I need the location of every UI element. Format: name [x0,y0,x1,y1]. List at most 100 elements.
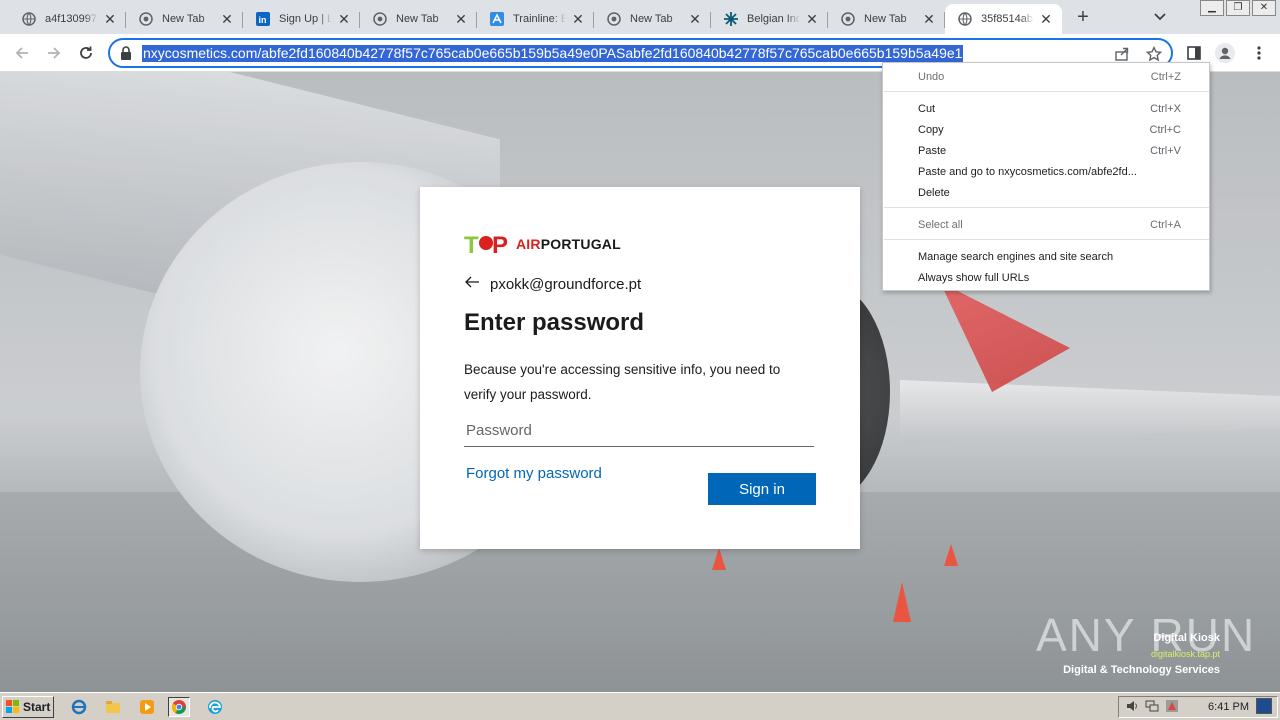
network-icon[interactable] [1145,699,1159,716]
tab-4[interactable]: Trainline: Bu ✕ [477,4,594,34]
shield-warning-icon[interactable] [1165,699,1179,716]
start-label: Start [23,700,51,714]
menu-item-copy[interactable]: Copy Ctrl+C [883,120,1209,140]
menu-divider [884,91,1209,92]
tap-logo-icon: T P [464,232,508,257]
system-tray: 6:41 PM [1118,696,1278,718]
show-desktop-icon[interactable] [1256,698,1272,714]
reload-icon[interactable] [73,40,99,66]
close-icon[interactable]: ✕ [1038,11,1054,27]
description-text: Because you're accessing sensitive info,… [464,362,781,402]
svg-text:in: in [259,15,267,25]
windows-logo-icon [6,700,19,713]
page-title: Enter password [464,309,645,336]
forgot-password-link[interactable]: Forgot my password [466,465,602,482]
chrome-icon [840,11,856,27]
menu-divider [884,239,1209,240]
tab-title: a4f130997 [45,13,97,25]
identity-banner: pxokk@groundforce.pt [464,275,641,293]
menu-divider [884,207,1209,208]
tab-title: New Tab [396,13,439,25]
brand-logo: T P AIRPORTUGAL [464,231,621,257]
signin-button[interactable]: Sign in [708,473,816,505]
globe-icon [21,11,37,27]
tab-title: New Tab [864,13,907,25]
tab-8-active[interactable]: 35f8514ab ✕ [945,4,1062,34]
side-panel-icon[interactable] [1183,42,1205,64]
close-icon[interactable]: ✕ [687,11,703,27]
volume-icon[interactable] [1125,699,1139,716]
restore-icon[interactable]: ❐ [1226,0,1250,16]
url-text[interactable]: nxycosmetics.com/abfe2fd160840b42778f57c… [142,45,964,62]
menu-item-paste-and-go[interactable]: Paste and go to nxycosmetics.com/abfe2fd… [883,162,1209,182]
kiosk-subtitle: digitalkiosk.tap.pt [1150,649,1220,659]
menu-item-paste[interactable]: Paste Ctrl+V [883,141,1209,161]
explorer-icon[interactable] [102,697,124,717]
share-icon[interactable] [1112,45,1132,63]
kebab-menu-icon[interactable] [1248,42,1270,64]
profile-avatar-icon[interactable] [1214,42,1236,64]
chrome-icon [372,11,388,27]
menu-item-show-full-urls[interactable]: Always show full URLs [883,268,1209,288]
snowflake-icon [723,11,739,27]
tab-2[interactable]: in Sign Up | Li ✕ [243,4,360,34]
chrome-icon [606,11,622,27]
tab-3[interactable]: New Tab ✕ [360,4,477,34]
taskbar: Start 6:41 PM [0,692,1280,720]
close-icon[interactable]: ✕ [102,11,118,27]
menu-item-undo[interactable]: Undo Ctrl+Z [883,67,1209,87]
kiosk-title: Digital Kiosk [1153,632,1220,644]
signin-card: T P AIRPORTUGAL pxokk@groundforce.pt Ent… [420,187,860,549]
brand-name: AIRPORTUGAL [516,236,621,252]
close-icon[interactable]: ✕ [219,11,235,27]
menu-item-cut[interactable]: Cut Ctrl+X [883,99,1209,119]
tab-6[interactable]: Belgian Ind ✕ [711,4,828,34]
chrome-taskbar-icon[interactable] [168,697,190,717]
tab-title: Sign Up | Li [279,13,332,25]
tab-title: New Tab [162,13,205,25]
bookmark-star-icon[interactable] [1144,45,1164,63]
edge-icon[interactable] [204,697,226,717]
close-icon[interactable]: ✕ [336,11,352,27]
menu-item-select-all[interactable]: Select all Ctrl+A [883,215,1209,235]
menu-item-manage-search-engines[interactable]: Manage search engines and site search [883,247,1209,267]
svg-text:T: T [464,232,479,257]
tab-title: New Tab [630,13,673,25]
media-player-icon[interactable] [136,697,158,717]
ie-icon[interactable] [68,697,90,717]
tab-title: 35f8514ab [981,13,1033,25]
forward-arrow-icon[interactable] [41,40,67,66]
start-button[interactable]: Start [2,696,54,718]
globe-icon [957,11,973,27]
close-icon[interactable]: ✕ [453,11,469,27]
clock[interactable]: 6:41 PM [1208,701,1249,713]
tab-title: Belgian Ind [747,13,800,25]
lock-icon[interactable] [120,46,132,63]
kiosk-badge: Digital Kiosk digitalkiosk.tap.pt Digita… [1060,630,1220,678]
chrome-icon [138,11,154,27]
minimize-icon[interactable]: ▁ [1200,0,1224,16]
tab-0[interactable]: a4f130997 ✕ [9,4,126,34]
context-menu: Undo Ctrl+Z Cut Ctrl+X Copy Ctrl+C Paste Ctr… [882,62,1210,291]
password-input[interactable] [464,415,814,447]
tab-5[interactable]: New Tab ✕ [594,4,711,34]
chevron-down-icon[interactable] [1150,8,1170,26]
tab-1[interactable]: New Tab ✕ [126,4,243,34]
window-controls: ▁ ❐ ✕ [1200,0,1276,18]
back-arrow-icon[interactable] [464,275,484,293]
tab-title: Trainline: Bu [513,13,566,25]
linkedin-icon: in [255,11,271,27]
svg-text:P: P [492,232,508,257]
close-icon[interactable]: ✕ [570,11,586,27]
tab-7[interactable]: New Tab ✕ [828,4,945,34]
tab-strip: a4f130997 ✕ New Tab ✕ in Sign Up | Li ✕ … [0,0,1280,34]
new-tab-button[interactable]: + [1070,6,1096,30]
kiosk-tagline: Digital & Technology Services [1063,664,1220,676]
close-icon[interactable]: ✕ [921,11,937,27]
trainline-icon [489,11,505,27]
close-icon[interactable]: ✕ [804,11,820,27]
identity-email: pxokk@groundforce.pt [490,275,642,293]
menu-item-delete[interactable]: Delete [883,183,1209,203]
back-arrow-icon[interactable] [9,40,35,66]
close-window-icon[interactable]: ✕ [1252,0,1276,16]
